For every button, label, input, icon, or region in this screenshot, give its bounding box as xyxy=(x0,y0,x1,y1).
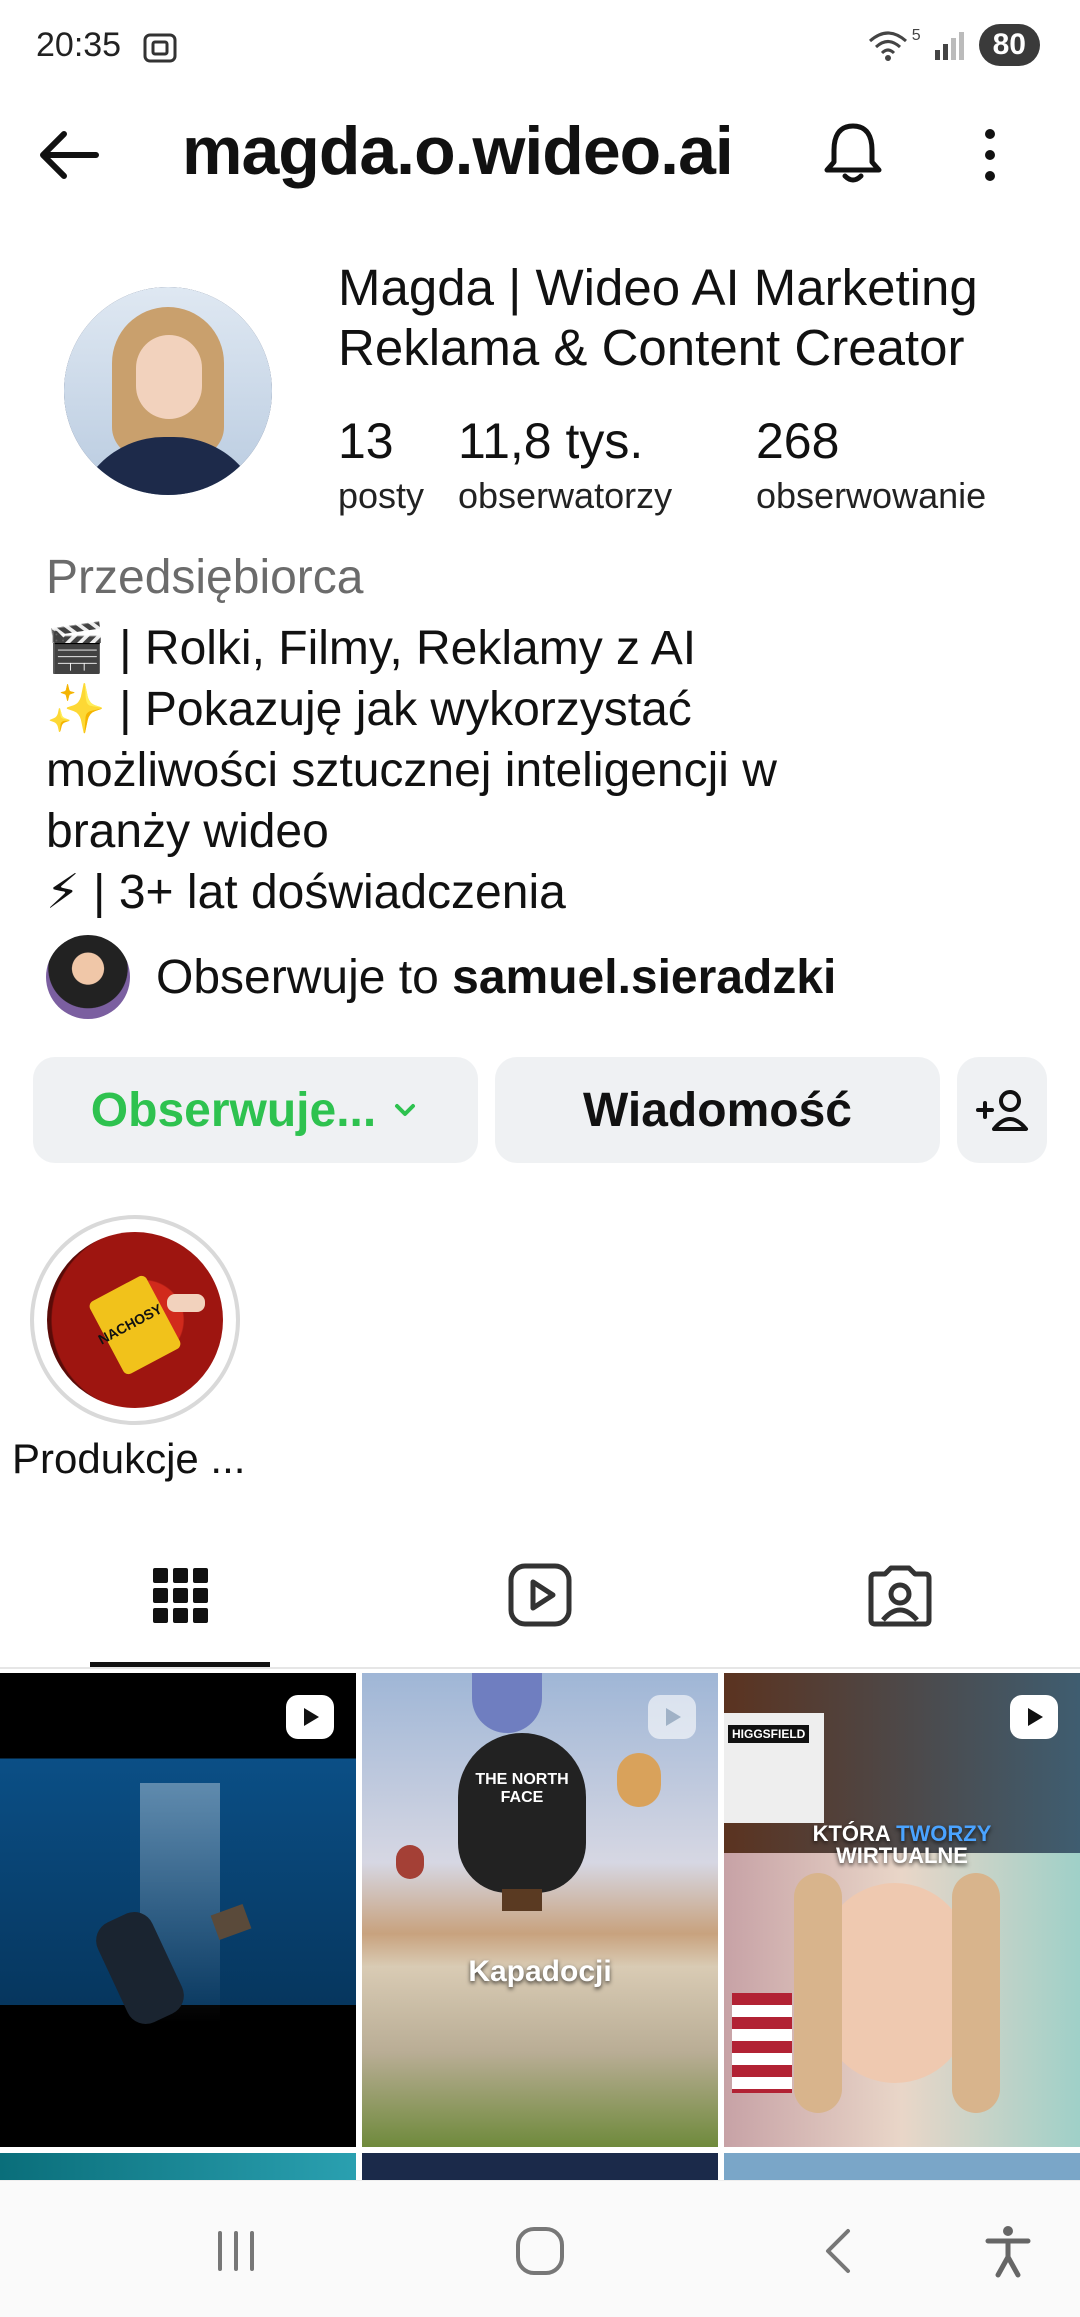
home-icon[interactable] xyxy=(510,2221,570,2281)
tab-divider xyxy=(0,1667,1080,1669)
more-options-icon[interactable] xyxy=(970,120,1010,190)
profile-full-name: Magda | Wideo AI Marketing Reklama & Con… xyxy=(338,258,978,378)
followers-label[interactable]: obserwatorzy xyxy=(458,475,672,517)
mutual-follower-avatar[interactable] xyxy=(46,935,130,1019)
status-time: 20:35 xyxy=(36,26,122,64)
wifi-icon xyxy=(868,31,907,61)
profile-username: magda.o.wideo.ai xyxy=(182,113,734,189)
following-label[interactable]: obserwowanie xyxy=(756,475,986,517)
reel-badge xyxy=(1010,1695,1058,1739)
following-button-label: Obserwuje... xyxy=(90,1083,377,1137)
play-icon xyxy=(1028,1708,1043,1726)
profile-category: Przedsiębiorca xyxy=(46,551,364,604)
grid-icon[interactable] xyxy=(145,1560,215,1630)
followed-by-text[interactable]: Obserwuje to samuel.sieradzki xyxy=(156,950,836,1005)
add-person-icon xyxy=(976,1090,1028,1131)
bio-line: ✨ | Pokazuję jak wykorzystać xyxy=(46,683,692,736)
following-button[interactable]: Obserwuje... xyxy=(33,1057,478,1163)
full-name-line-2: Reklama & Content Creator xyxy=(338,319,965,376)
message-button[interactable]: Wiadomość xyxy=(495,1057,940,1163)
post-tile-creator[interactable]: HIGGSFIELD KTÓRA TWORZY WIRTUALNE xyxy=(724,1673,1080,2147)
followed-by[interactable]: Obserwuje to samuel.sieradzki xyxy=(46,935,836,1019)
battery-badge: 80 xyxy=(978,24,1040,66)
screen-record-icon xyxy=(143,33,177,63)
reel-badge xyxy=(286,1695,334,1739)
recent-apps-icon[interactable] xyxy=(206,2221,266,2281)
post-tile-underwater[interactable] xyxy=(0,1673,356,2147)
bell-icon[interactable] xyxy=(818,118,888,188)
following-count[interactable]: 268 xyxy=(756,412,839,470)
network-label: 5 xyxy=(911,27,921,44)
bio-line: 🎬 | Rolki, Filmy, Reklamy z AI xyxy=(46,622,697,675)
bio-line: ⚡ | 3+ lat doświadczenia xyxy=(46,866,566,919)
back-arrow-icon[interactable] xyxy=(34,120,104,190)
post-caption-part3: WIRTUALNE xyxy=(836,1843,968,1868)
followers-count[interactable]: 11,8 tys. xyxy=(458,412,643,470)
tagged-icon[interactable] xyxy=(865,1560,935,1630)
post-caption: Kapadocji xyxy=(468,1955,612,1988)
chevron-down-icon xyxy=(395,1104,416,1116)
signal-icon xyxy=(934,32,964,60)
back-nav-icon[interactable] xyxy=(810,2221,870,2281)
tile-brand-overlay: THE NORTH FACE xyxy=(475,1771,569,1806)
highlight-label[interactable]: Produkcje ... xyxy=(12,1435,245,1483)
posts-count[interactable]: 13 xyxy=(338,412,394,470)
full-name-line-1: Magda | Wideo AI Marketing xyxy=(338,259,978,316)
post-tile[interactable] xyxy=(0,2153,356,2183)
status-icons: 5 80 xyxy=(866,24,1040,66)
system-navigation-bar xyxy=(0,2180,1080,2317)
play-icon xyxy=(304,1708,319,1726)
accessibility-icon[interactable] xyxy=(978,2221,1038,2281)
post-tile[interactable] xyxy=(362,2153,718,2183)
bio-line: możliwości sztucznej inteligencji w xyxy=(46,744,777,797)
profile-avatar[interactable] xyxy=(64,287,272,495)
post-caption: KTÓRA TWORZY WIRTUALNE xyxy=(724,1823,1080,1867)
followed-by-prefix: Obserwuje to xyxy=(156,950,453,1004)
play-icon xyxy=(666,1708,681,1726)
profile-bio: 🎬 | Rolki, Filmy, Reklamy z AI ✨ | Pokaz… xyxy=(46,618,1046,923)
reel-badge xyxy=(648,1695,696,1739)
highlight-cover: NACHOSY xyxy=(47,1232,223,1408)
tile-brand-overlay: HIGGSFIELD xyxy=(728,1725,810,1743)
story-highlight[interactable]: NACHOSY xyxy=(30,1215,240,1425)
posts-label[interactable]: posty xyxy=(338,475,424,517)
reels-icon[interactable] xyxy=(505,1560,575,1630)
bio-line: branży wideo xyxy=(46,805,329,858)
followed-by-username[interactable]: samuel.sieradzki xyxy=(452,951,836,1004)
suggest-people-button[interactable] xyxy=(957,1057,1047,1163)
post-tile-balloon[interactable]: THE NORTH FACE Kapadocji xyxy=(362,1673,718,2147)
post-tile[interactable] xyxy=(724,2153,1080,2183)
